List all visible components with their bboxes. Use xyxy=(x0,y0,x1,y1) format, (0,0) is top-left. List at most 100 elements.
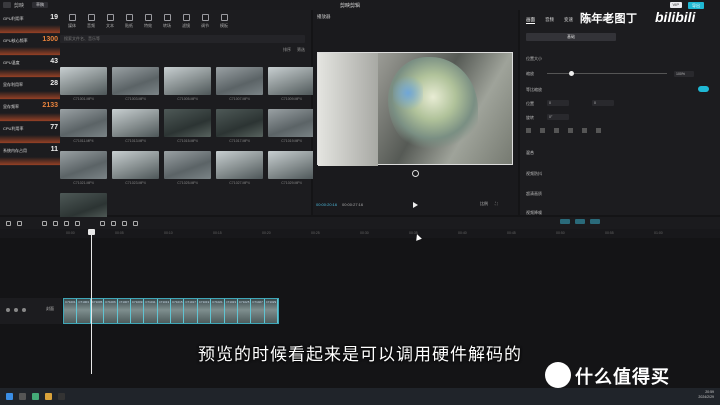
start-icon[interactable] xyxy=(6,393,13,400)
jianying-taskbar-icon[interactable] xyxy=(58,393,65,400)
inspector-subtab-basic[interactable]: 基础 xyxy=(526,33,616,41)
preview-axis-toggle[interactable] xyxy=(590,219,600,224)
mirror-icon[interactable] xyxy=(111,220,116,226)
position-x-field[interactable]: 0 xyxy=(547,100,569,106)
timeline-clip[interactable]: C71013 xyxy=(157,299,171,323)
edge-icon[interactable] xyxy=(32,393,39,400)
toolbar-label: 滤镜 xyxy=(182,22,190,28)
media-thumbnail[interactable]: C71027.MP4 xyxy=(216,151,263,185)
undo-icon[interactable] xyxy=(17,220,22,226)
timeline-clip[interactable]: C71023 xyxy=(224,299,238,323)
toolbar-media[interactable]: 媒体 xyxy=(68,13,76,29)
super-res-label[interactable]: 超清画质 xyxy=(526,191,542,197)
select-tool-icon[interactable] xyxy=(6,220,11,226)
media-thumbnail[interactable]: C71019.MP4 xyxy=(268,109,315,143)
media-thumbnail[interactable]: C71007.MP4 xyxy=(216,67,263,101)
media-search-input[interactable]: 搜索文件名、音乐等 xyxy=(60,35,305,43)
toolbar-transition[interactable]: 转场 xyxy=(163,13,171,29)
align-right-icon[interactable] xyxy=(554,128,559,133)
timeline-clip[interactable]: C71019 xyxy=(197,299,212,323)
video-track[interactable]: C71001 C71003 C71005 C71006 C71007 C71009 C710… xyxy=(63,298,279,324)
hide-track-icon[interactable] xyxy=(14,308,18,312)
vip-button[interactable]: VIP xyxy=(669,2,682,8)
rotate-icon[interactable] xyxy=(122,220,127,226)
timeline-clip[interactable]: C71027 xyxy=(251,299,265,323)
scale-value-field[interactable]: 100% xyxy=(674,71,694,77)
ratio-button[interactable]: 比例 xyxy=(480,201,488,207)
search-icon[interactable] xyxy=(19,393,26,400)
timeline-clip[interactable]: C71009 xyxy=(130,299,145,323)
draft-button[interactable]: 草稿 xyxy=(32,2,49,8)
toolbar-sticker[interactable]: 贴纸 xyxy=(125,13,133,29)
media-thumbnail[interactable]: C71013.MP4 xyxy=(112,109,159,143)
timeline-clip[interactable]: C71015 xyxy=(171,299,185,323)
timeline-clip[interactable]: C71003 xyxy=(77,299,91,323)
effects-icon xyxy=(144,13,152,21)
split-left-icon[interactable] xyxy=(53,220,58,226)
explorer-icon[interactable] xyxy=(45,393,52,400)
video-preview[interactable] xyxy=(317,52,513,166)
align-left-icon[interactable] xyxy=(526,128,531,133)
lock-track-icon[interactable] xyxy=(6,308,10,312)
magnet-toggle[interactable] xyxy=(560,219,570,224)
stabilize-label[interactable]: 视频防抖 xyxy=(526,171,542,177)
delete-icon[interactable] xyxy=(75,220,80,226)
fullscreen-icon[interactable]: ⛶ xyxy=(495,201,498,207)
media-thumbnail[interactable]: C71025.MP4 xyxy=(164,151,211,185)
timeline-clip[interactable]: C71005 xyxy=(90,299,105,323)
toolbar-filter[interactable]: 滤镜 xyxy=(182,13,190,29)
media-thumbnail[interactable]: C71029.MP4 xyxy=(268,151,315,185)
media-thumbnail[interactable]: C71015.MP4 xyxy=(164,109,211,143)
timeline-clip[interactable]: C71021 xyxy=(211,299,225,323)
toolbar-effects[interactable]: 特效 xyxy=(144,13,152,29)
align-bottom-icon[interactable] xyxy=(596,128,601,133)
media-thumbnail[interactable]: C71001.MP4 xyxy=(60,67,107,101)
crop-icon[interactable] xyxy=(133,220,138,226)
toolbar-audio[interactable]: 音频 xyxy=(87,13,95,29)
toolbar-adjust[interactable]: 调节 xyxy=(201,13,209,29)
sort-button[interactable]: 排序 xyxy=(283,47,291,55)
media-thumbnail[interactable]: C71023.MP4 xyxy=(112,151,159,185)
timeline-clip[interactable]: C71029 xyxy=(264,299,278,323)
noise-reduction-label[interactable]: 视频降噪 xyxy=(526,210,542,216)
linkage-toggle[interactable] xyxy=(575,219,585,224)
timeline-clip[interactable]: C71025 xyxy=(237,299,252,323)
inspector-tab[interactable]: 画面 xyxy=(526,17,535,24)
cover-button[interactable]: 封面 xyxy=(46,306,54,312)
toolbar-text[interactable]: 文本 xyxy=(106,13,114,29)
timeline-clip[interactable]: C71007 xyxy=(117,299,131,323)
media-thumbnail[interactable]: C71009.MP4 xyxy=(268,67,315,101)
play-icon[interactable] xyxy=(413,202,418,208)
media-thumbnail[interactable]: C71005.MP4 xyxy=(164,67,211,101)
rotate-field[interactable]: 0° xyxy=(547,114,569,120)
toolbar-template[interactable]: 模板 xyxy=(220,13,228,29)
split-icon[interactable] xyxy=(42,220,47,226)
freeze-icon[interactable] xyxy=(100,220,105,226)
inspector-tab[interactable]: 音频 xyxy=(545,17,554,24)
align-center-icon[interactable] xyxy=(540,128,545,133)
mute-track-icon[interactable] xyxy=(22,308,26,312)
position-y-field[interactable]: 0 xyxy=(592,100,614,106)
timeline-clip[interactable]: C71001 xyxy=(64,299,78,323)
media-thumbnail[interactable]: C71017.MP4 xyxy=(216,109,263,143)
timeline-clip[interactable]: C71011 xyxy=(144,299,158,323)
timeline-ruler[interactable]: 00:00 00:05 00:10 00:15 00:20 00:25 00:30 00:35… xyxy=(0,229,720,238)
export-button[interactable]: 导出 xyxy=(688,1,704,9)
inspector-tab[interactable]: 变速 xyxy=(564,17,573,24)
timeline-clip[interactable]: C71017 xyxy=(184,299,198,323)
filter-button[interactable]: 筛选 xyxy=(297,47,305,55)
align-middle-icon[interactable] xyxy=(582,128,587,133)
align-top-icon[interactable] xyxy=(568,128,573,133)
media-thumbnail[interactable]: C71003.MP4 xyxy=(112,67,159,101)
blend-label[interactable]: 混合 xyxy=(526,150,534,156)
timeline-clip[interactable]: C71006 xyxy=(104,299,118,323)
media-thumbnail[interactable]: C71011.MP4 xyxy=(60,109,107,143)
playhead-handle[interactable] xyxy=(88,229,95,235)
scale-slider-knob[interactable] xyxy=(569,71,574,76)
split-right-icon[interactable] xyxy=(64,220,69,226)
audio-icon xyxy=(87,13,95,21)
media-thumbnail[interactable]: C71021.MP4 xyxy=(60,151,107,185)
uniform-scale-toggle[interactable] xyxy=(698,86,709,92)
scale-slider[interactable] xyxy=(547,71,667,76)
snapshot-icon[interactable] xyxy=(412,170,419,177)
